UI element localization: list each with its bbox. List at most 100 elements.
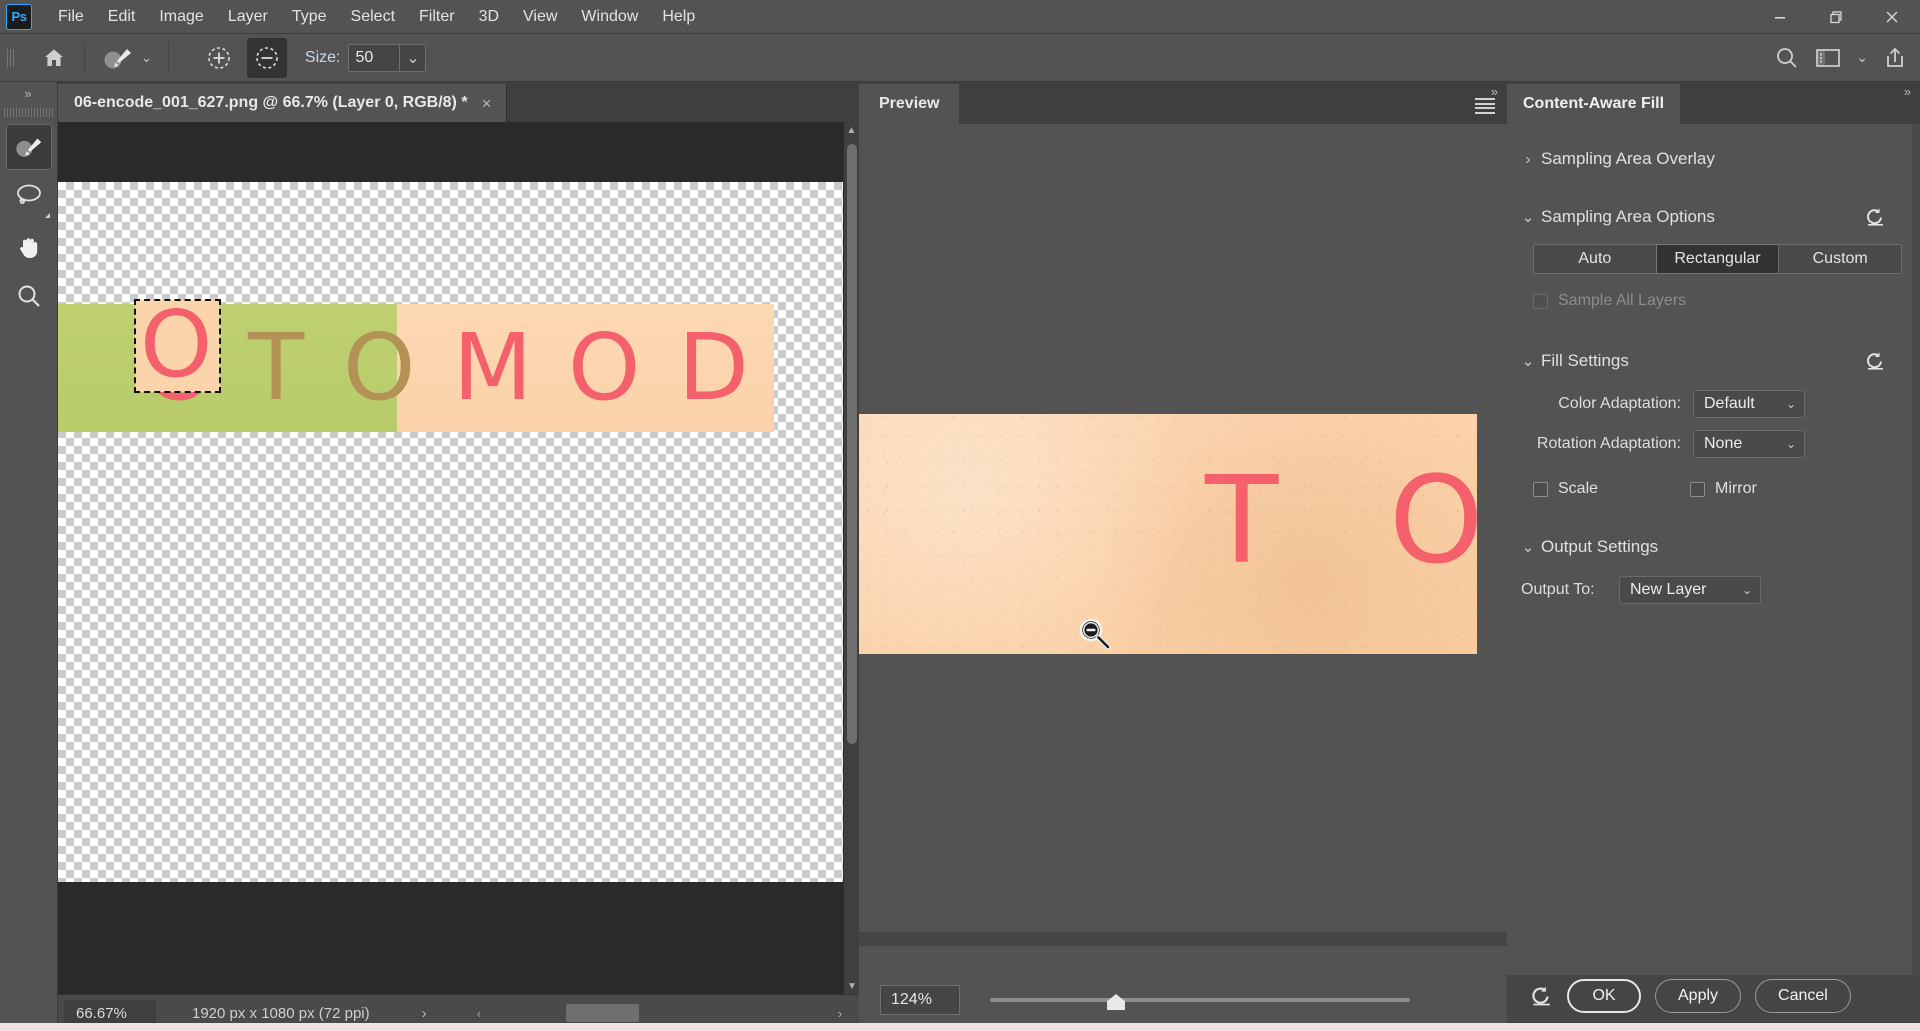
menu-help[interactable]: Help bbox=[650, 4, 707, 30]
options-bar: ⌄ Size: ⌄ bbox=[0, 34, 1920, 82]
magnifier-icon bbox=[18, 285, 40, 307]
section-sampling-area-options[interactable]: ⌄ Sampling Area Options bbox=[1507, 194, 1920, 240]
sampling-mode-custom[interactable]: Custom bbox=[1778, 244, 1903, 274]
sampling-mode-rectangular[interactable]: Rectangular bbox=[1655, 244, 1780, 274]
section-fill-settings[interactable]: ⌄ Fill Settings bbox=[1507, 338, 1920, 384]
preview-zoom-input[interactable]: 124% bbox=[880, 985, 960, 1015]
chevron-down-icon: ⌄ bbox=[1785, 397, 1796, 411]
home-button[interactable] bbox=[34, 38, 74, 78]
lasso-icon bbox=[16, 184, 41, 204]
toolstrip-grip[interactable] bbox=[3, 104, 54, 120]
preview-zoom-controls: 124% bbox=[859, 969, 1507, 1031]
minimize-icon bbox=[1775, 17, 1785, 19]
scroll-up-icon[interactable]: ▲ bbox=[844, 122, 859, 138]
sampling-brush-tool[interactable] bbox=[5, 124, 52, 170]
reset-sampling-area-options-icon[interactable] bbox=[1864, 206, 1886, 228]
horizontal-scroll-track[interactable] bbox=[492, 1002, 827, 1024]
options-bar-grip[interactable] bbox=[4, 42, 18, 73]
preview-zoom-slider[interactable] bbox=[990, 985, 1410, 1015]
mirror-row[interactable]: Mirror bbox=[1690, 480, 1757, 498]
tool-preset-picker[interactable]: ⌄ bbox=[95, 38, 158, 78]
add-to-sampling-area-icon bbox=[208, 46, 230, 69]
menu-3d[interactable]: 3D bbox=[467, 4, 511, 30]
reset-fill-settings-icon[interactable] bbox=[1864, 350, 1886, 372]
canvas-viewport[interactable]: O T O M O D O ▲ ▼ bbox=[58, 122, 859, 994]
apply-button[interactable]: Apply bbox=[1655, 979, 1742, 1013]
size-caret-icon[interactable]: ⌄ bbox=[399, 44, 425, 71]
document-tab-close-icon[interactable]: × bbox=[482, 95, 492, 112]
canvas-horizontal-scrollbar[interactable]: ‹ › bbox=[466, 1001, 853, 1025]
menu-window[interactable]: Window bbox=[569, 4, 650, 30]
document-tab[interactable]: 06-encode_001_627.png @ 66.7% (Layer 0, … bbox=[58, 84, 507, 122]
chevron-down-icon[interactable]: ⌄ bbox=[1515, 538, 1541, 556]
menu-filter[interactable]: Filter bbox=[407, 4, 467, 30]
menu-type[interactable]: Type bbox=[280, 4, 339, 30]
scroll-left-icon[interactable]: ‹ bbox=[466, 1006, 492, 1021]
ok-button[interactable]: OK bbox=[1567, 979, 1641, 1013]
reset-all-icon[interactable] bbox=[1529, 984, 1553, 1008]
selected-letter: O bbox=[140, 291, 213, 398]
sample-all-layers-checkbox[interactable] bbox=[1533, 293, 1548, 309]
photoshop-window: Ps File Edit Image Layer Type Select Fil… bbox=[0, 0, 1920, 1031]
menu-image[interactable]: Image bbox=[147, 4, 215, 30]
hand-icon bbox=[19, 238, 37, 258]
close-button[interactable] bbox=[1864, 0, 1920, 34]
workspace-switcher-icon[interactable] bbox=[1814, 46, 1842, 70]
rotation-adaptation-select[interactable]: None ⌄ bbox=[1693, 430, 1805, 458]
menu-file[interactable]: File bbox=[46, 4, 96, 30]
menu-edit[interactable]: Edit bbox=[96, 4, 148, 30]
search-icon[interactable] bbox=[1774, 45, 1800, 71]
size-input[interactable] bbox=[349, 44, 400, 71]
preview-zoom-slider-track[interactable] bbox=[990, 998, 1410, 1002]
scroll-down-icon[interactable]: ▼ bbox=[844, 978, 859, 994]
preview-body[interactable]: T O bbox=[859, 124, 1507, 988]
chevron-right-icon[interactable]: › bbox=[1515, 151, 1541, 168]
caf-panel-scrollbar[interactable] bbox=[1912, 124, 1920, 975]
scale-row[interactable]: Scale bbox=[1533, 480, 1598, 498]
status-expand-icon[interactable]: › bbox=[422, 1005, 427, 1022]
rotation-adaptation-value: None bbox=[1704, 435, 1743, 452]
tab-preview[interactable]: Preview bbox=[859, 84, 960, 124]
toolstrip-collapse-icon[interactable]: » bbox=[0, 82, 57, 104]
mirror-checkbox[interactable] bbox=[1690, 481, 1706, 497]
restore-button[interactable] bbox=[1808, 0, 1864, 34]
section-output-settings[interactable]: ⌄ Output Settings bbox=[1507, 524, 1920, 570]
output-to-select[interactable]: New Layer ⌄ bbox=[1619, 576, 1761, 604]
preview-collapse-icon[interactable]: » bbox=[1491, 84, 1499, 99]
selection-marquee[interactable]: O bbox=[134, 296, 221, 394]
menu-select[interactable]: Select bbox=[339, 4, 407, 30]
hand-tool[interactable] bbox=[6, 224, 52, 270]
add-sampling-area-button[interactable] bbox=[199, 38, 239, 78]
size-label: Size: bbox=[304, 48, 341, 66]
color-adaptation-select[interactable]: Default ⌄ bbox=[1693, 390, 1805, 418]
preview-letter-0: T bbox=[1205, 452, 1279, 591]
share-icon[interactable] bbox=[1882, 45, 1908, 71]
menu-layer[interactable]: Layer bbox=[216, 4, 280, 30]
rotation-adaptation-row: Rotation Adaptation: None ⌄ bbox=[1507, 424, 1920, 464]
horizontal-scroll-thumb[interactable] bbox=[565, 1004, 640, 1022]
caf-collapse-icon[interactable]: » bbox=[1904, 84, 1912, 99]
scroll-right-icon[interactable]: › bbox=[827, 1006, 853, 1021]
tab-content-aware-fill[interactable]: Content-Aware Fill bbox=[1507, 84, 1681, 124]
chevron-down-icon[interactable]: ⌄ bbox=[1515, 208, 1541, 226]
zoom-tool[interactable] bbox=[6, 274, 52, 320]
sampling-mode-auto[interactable]: Auto bbox=[1533, 244, 1657, 274]
workspace-caret-icon[interactable]: ⌄ bbox=[1856, 49, 1868, 66]
preview-zoom-slider-knob[interactable] bbox=[1107, 994, 1125, 1010]
panel-menu-icon[interactable] bbox=[1475, 98, 1495, 114]
scale-checkbox[interactable] bbox=[1533, 481, 1548, 497]
subtract-sampling-area-button[interactable] bbox=[246, 37, 287, 78]
section-sampling-area-overlay[interactable]: › Sampling Area Overlay bbox=[1507, 136, 1920, 182]
artboard[interactable]: O T O M O D O bbox=[58, 182, 843, 882]
size-field[interactable]: ⌄ bbox=[348, 43, 427, 72]
lasso-tool[interactable] bbox=[6, 174, 52, 220]
sampling-area-options-title: Sampling Area Options bbox=[1541, 207, 1715, 226]
cancel-button[interactable]: Cancel bbox=[1755, 979, 1851, 1013]
menu-view[interactable]: View bbox=[511, 4, 569, 30]
minimize-button[interactable] bbox=[1752, 0, 1808, 34]
sample-all-layers-row[interactable]: Sample All Layers bbox=[1533, 292, 1920, 310]
canvas-vertical-scrollbar[interactable]: ▲ ▼ bbox=[843, 122, 859, 994]
canvas-vertical-scroll-thumb[interactable] bbox=[847, 144, 857, 744]
chevron-down-icon[interactable]: ⌄ bbox=[1515, 352, 1541, 370]
sampling-brush-icon bbox=[104, 48, 131, 68]
